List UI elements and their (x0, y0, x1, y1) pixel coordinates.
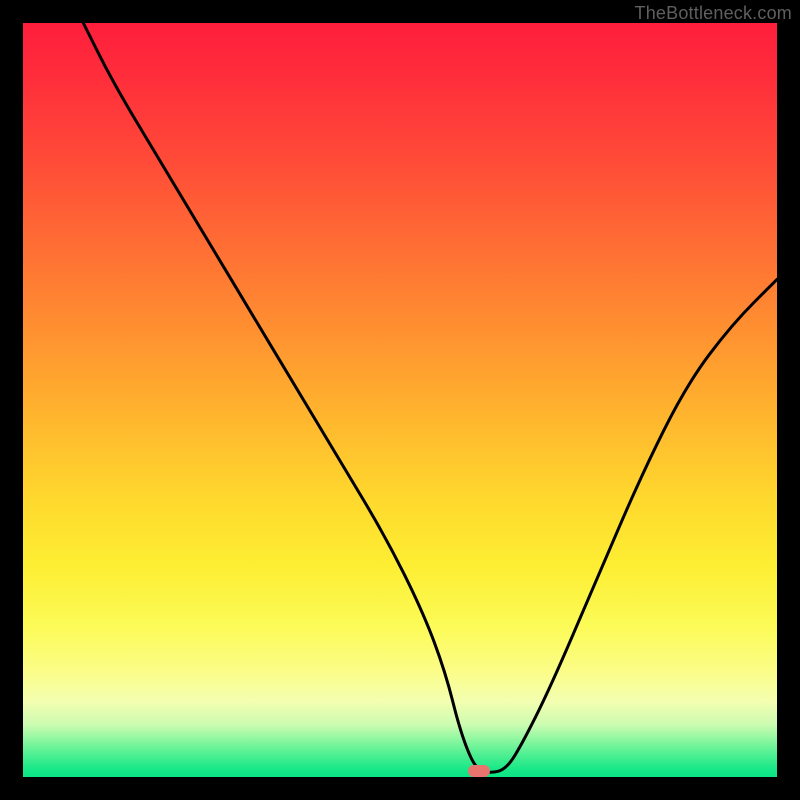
plot-area (23, 23, 777, 777)
bottleneck-curve (23, 23, 777, 777)
optimum-marker (468, 765, 490, 777)
chart-frame: TheBottleneck.com (0, 0, 800, 800)
watermark-text: TheBottleneck.com (635, 3, 792, 24)
